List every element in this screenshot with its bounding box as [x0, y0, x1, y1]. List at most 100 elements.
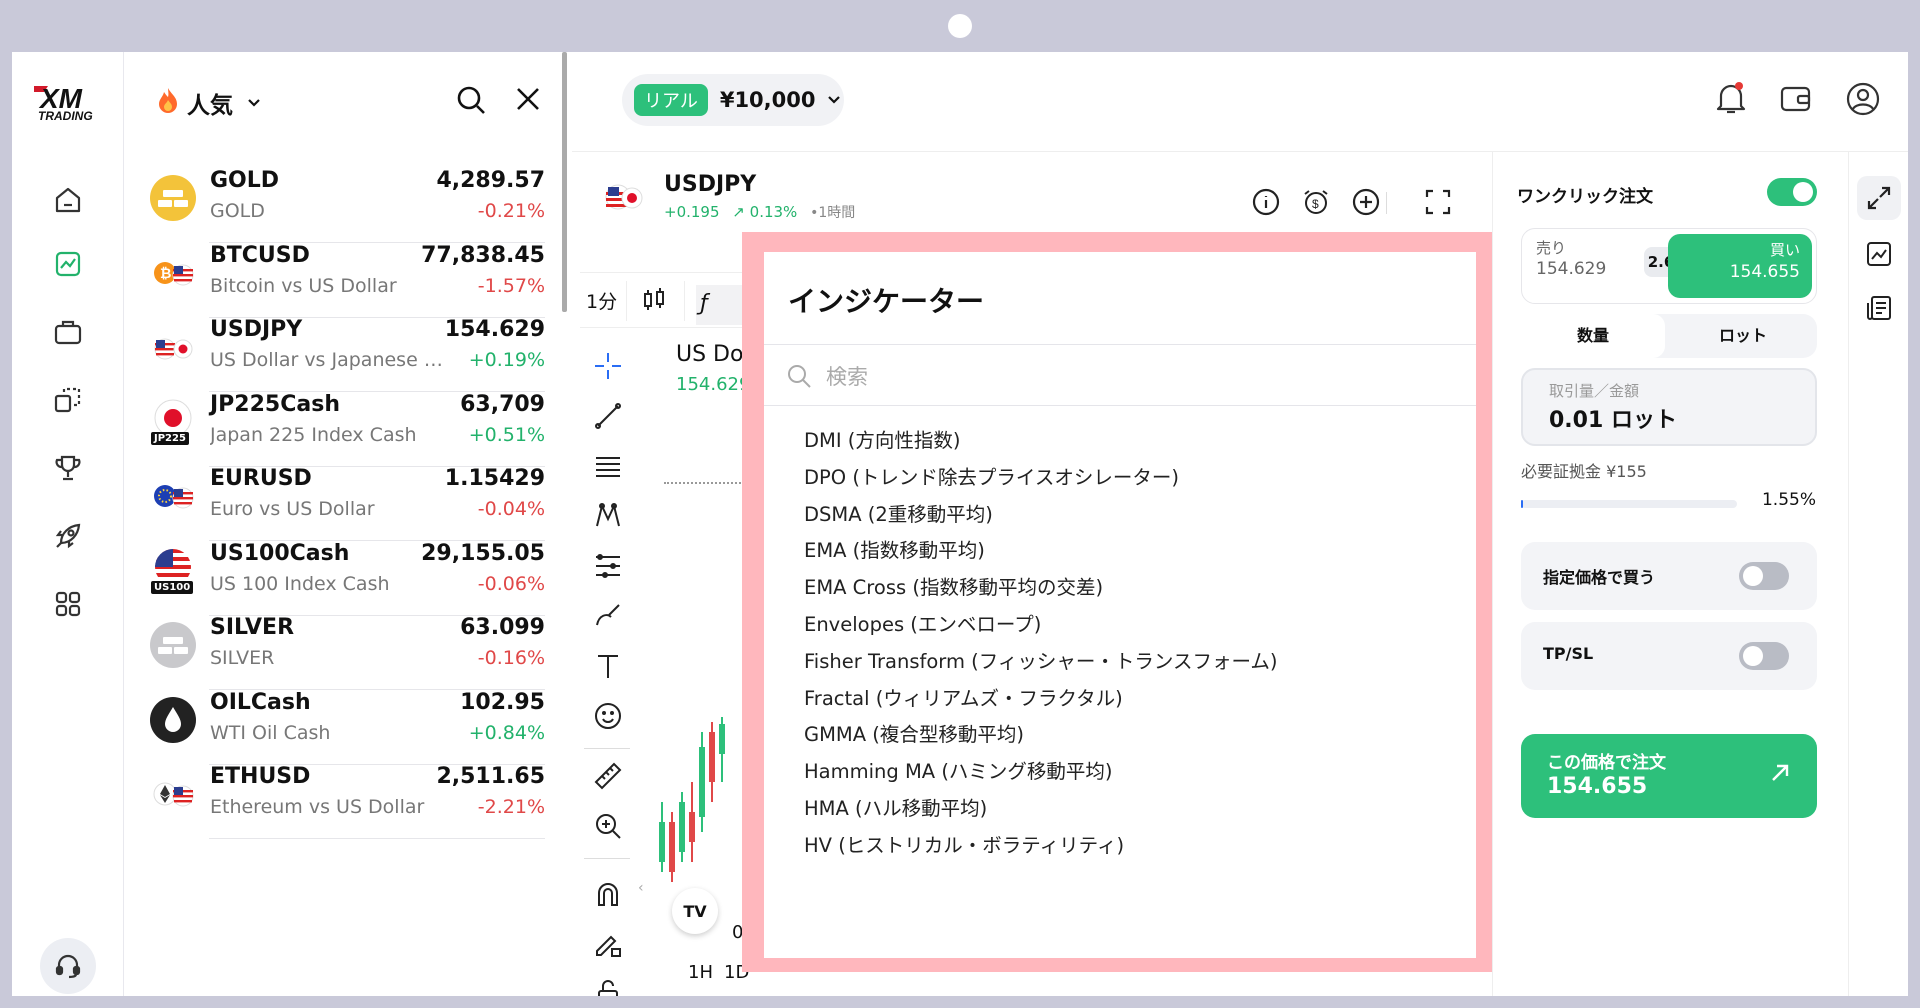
market-scrollbar[interactable] — [562, 52, 567, 312]
svg-text:₿: ₿ — [160, 265, 171, 281]
unlock-icon[interactable] — [592, 976, 624, 996]
limit-order-label: 指定価格で買う — [1543, 568, 1656, 587]
indicator-item[interactable]: Fractal (ウィリアムズ・フラクタル) — [804, 682, 1123, 711]
zoom-in-icon[interactable] — [592, 810, 624, 842]
one-click-toggle[interactable] — [1767, 178, 1817, 206]
copy-icon[interactable] — [46, 378, 90, 422]
profile-icon[interactable] — [1846, 82, 1880, 116]
app-screen: XM TRADING 人気 GOLD GOLD 4,289.57 -0.21% … — [12, 52, 1908, 996]
unit-tabs: 数量 ロット — [1521, 314, 1817, 358]
tradingview-logo-icon[interactable]: TV — [672, 888, 718, 934]
wallet-icon[interactable] — [1780, 84, 1812, 114]
brush-icon[interactable] — [592, 600, 624, 632]
eur-usd-flag-icon — [149, 472, 197, 520]
indicator-item[interactable]: DMI (方向性指数) — [804, 424, 961, 453]
indicator-item[interactable]: EMA Cross (指数移動平均の交差) — [804, 571, 1103, 600]
indicator-item[interactable]: EMA (指数移動平均) — [804, 534, 985, 563]
chart-image-icon[interactable] — [1865, 240, 1893, 268]
market-row-ethusd[interactable]: ETHUSD Ethereum vs US Dollar 2,511.65 -2.21… — [125, 748, 565, 839]
tpsl-toggle[interactable] — [1739, 642, 1789, 670]
trade-arrows-icon[interactable] — [1857, 176, 1901, 220]
forecast-icon[interactable] — [592, 550, 624, 582]
indicator-item[interactable]: DSMA (2重移動平均) — [804, 498, 993, 527]
fib-lines-icon[interactable] — [592, 450, 624, 482]
indicator-item[interactable]: Hamming MA (ハミング移動平均) — [804, 755, 1113, 784]
indicator-item[interactable]: HMA (ハル移動平均) — [804, 792, 987, 821]
indicator-item[interactable]: DPO (トレンド除去プライスオシレーター) — [804, 461, 1179, 490]
volume-field[interactable]: 取引量／金額 0.01 ロット — [1521, 368, 1817, 446]
ruler-icon[interactable] — [592, 760, 624, 792]
margin-label: 必要証拠金 ¥155 — [1521, 462, 1647, 481]
buy-button[interactable]: 買い 154.655 — [1668, 234, 1812, 298]
magnet-icon[interactable] — [592, 878, 624, 910]
margin-bar-fill — [1521, 500, 1523, 508]
candles-icon[interactable] — [642, 287, 666, 313]
trophy-icon[interactable] — [46, 446, 90, 490]
lock-drawing-icon[interactable] — [592, 928, 624, 960]
market-row-desc: Japan 225 Index Cash — [210, 423, 417, 446]
market-row-name: GOLD — [210, 168, 280, 193]
candle — [689, 782, 695, 862]
tab-lot[interactable]: ロット — [1669, 314, 1817, 358]
right-toolbar — [1848, 152, 1908, 996]
symbol-change-pct: 0.13% — [749, 203, 798, 221]
emoji-icon[interactable] — [592, 700, 624, 732]
info-icon[interactable] — [1252, 188, 1280, 216]
interval-selector[interactable]: 1分 — [586, 287, 617, 314]
market-header: 人気 — [125, 52, 565, 152]
close-icon[interactable] — [515, 86, 541, 112]
sell-price[interactable]: 154.629 — [1536, 259, 1606, 279]
home-icon[interactable] — [46, 178, 90, 222]
price-alert-icon[interactable]: $ — [1302, 188, 1330, 216]
market-row-change: -1.57% — [477, 274, 545, 297]
price-line — [664, 482, 744, 484]
indicator-item[interactable]: GMMA (複合型移動平均) — [804, 718, 1024, 747]
indicator-item[interactable]: Fisher Transform (フィッシャー・トランスフォーム) — [804, 645, 1278, 674]
indicator-item[interactable]: HV (ヒストリカル・ボラティリティ) — [804, 829, 1124, 858]
sell-label: 売り — [1536, 239, 1567, 257]
tools-divider — [584, 858, 630, 859]
market-row-change: +0.84% — [468, 721, 545, 744]
briefcase-icon[interactable] — [46, 310, 90, 354]
symbol-name: USDJPY — [664, 172, 757, 197]
category-dropdown[interactable]: 人気 — [187, 86, 261, 120]
range-1h[interactable]: 1H — [688, 962, 713, 983]
market-row-price: 1.15429 — [444, 466, 545, 491]
limit-order-toggle[interactable] — [1739, 562, 1789, 590]
news-icon[interactable] — [1865, 294, 1893, 322]
market-row-price: 63.099 — [460, 615, 545, 640]
submit-order-button[interactable]: この価格で注文 154.655 — [1521, 734, 1817, 818]
row-divider — [209, 838, 545, 839]
usd-jpy-flag-icon — [149, 323, 197, 371]
support-headset-icon[interactable] — [40, 938, 96, 994]
indicator-item[interactable]: Envelopes (エンベロープ) — [804, 608, 1041, 637]
crosshair-icon[interactable] — [592, 350, 624, 382]
search-icon[interactable] — [455, 84, 487, 116]
market-row-desc: WTI Oil Cash — [210, 721, 331, 744]
indicator-modal-title: インジケーター — [788, 285, 985, 318]
account-selector[interactable]: リアル ¥10,000 — [622, 74, 844, 126]
pattern-icon[interactable] — [592, 500, 624, 532]
chevron-down-icon — [828, 96, 841, 104]
candle — [709, 722, 715, 802]
fullscreen-icon[interactable] — [1424, 188, 1452, 216]
indicator-search-input[interactable]: 検索 — [826, 361, 868, 391]
market-row-name: USDJPY — [210, 317, 303, 342]
market-row-tag: US100 — [151, 580, 194, 594]
chart-icon[interactable] — [46, 242, 90, 286]
indicator-search[interactable]: 検索 — [764, 344, 1476, 406]
tab-quantity[interactable]: 数量 — [1521, 314, 1665, 358]
market-row-price: 102.95 — [460, 689, 545, 715]
candle — [679, 792, 685, 862]
apps-icon[interactable] — [46, 582, 90, 626]
text-tool-icon[interactable] — [592, 650, 624, 682]
indicator-modal: インジケーター 検索 DMI (方向性指数) DPO (トレンド除去プライスオシレ… — [764, 252, 1476, 958]
toolbar-divider — [626, 281, 627, 321]
trend-line-icon[interactable] — [592, 400, 624, 432]
add-indicator-icon[interactable] — [1352, 188, 1380, 216]
collapse-chevron-icon[interactable]: ‹ — [638, 880, 644, 896]
notification-bell-icon[interactable] — [1714, 80, 1748, 116]
market-row-price: 154.629 — [444, 317, 545, 342]
rocket-icon[interactable] — [46, 514, 90, 558]
eth-usd-flag-icon — [149, 770, 197, 818]
